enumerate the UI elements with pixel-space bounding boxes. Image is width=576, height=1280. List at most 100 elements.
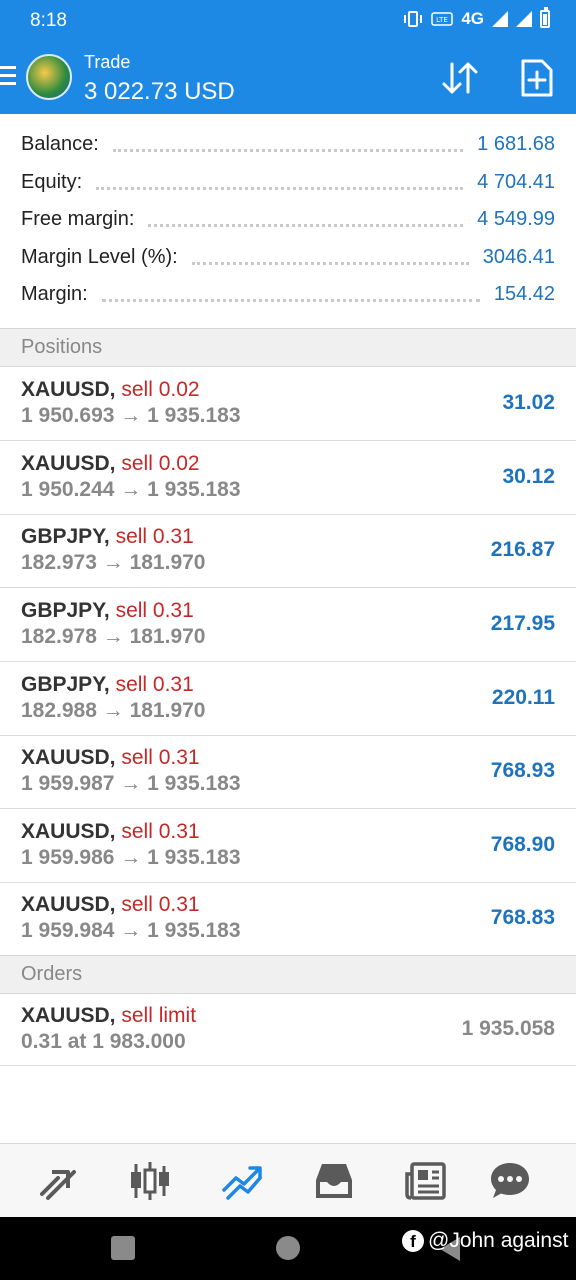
sort-icon[interactable] [440, 60, 480, 96]
dotted-leader [148, 224, 464, 228]
position-title: XAUUSD, sell 0.31 [21, 820, 200, 844]
position-title: XAUUSD, sell 0.31 [21, 893, 200, 917]
position-action: sell 0.31 [121, 893, 200, 916]
position-action: sell 0.31 [121, 820, 200, 843]
summary-value: 4 549.99 [477, 208, 555, 231]
position-row[interactable]: XAUUSD, sell 0.31 1 959.986 → 1 935.183 … [0, 809, 576, 883]
position-title: GBPJPY, sell 0.31 [21, 525, 194, 549]
position-symbol: XAUUSD, [21, 452, 116, 475]
position-symbol: GBPJPY, [21, 599, 110, 622]
summary-label: Equity: [21, 170, 83, 193]
position-prices: 1 959.987 → 1 935.183 [21, 772, 241, 795]
position-row[interactable]: XAUUSD, sell 0.31 1 959.984 → 1 935.183 … [0, 882, 576, 956]
position-row[interactable]: GBPJPY, sell 0.31 182.973 → 181.970 216.… [0, 514, 576, 588]
summary-row-balance: Balance: 1 681.68 [0, 126, 576, 164]
signal-icon [492, 11, 508, 27]
position-prices: 182.988 → 181.970 [21, 699, 206, 722]
position-row[interactable]: XAUUSD, sell 0.31 1 959.987 → 1 935.183 … [0, 735, 576, 809]
position-row[interactable]: GBPJPY, sell 0.31 182.978 → 181.970 217.… [0, 588, 576, 662]
app-logo [26, 54, 72, 100]
order-details: 0.31 at 1 983.000 [21, 1030, 186, 1053]
summary-value: 4 704.41 [477, 170, 555, 193]
position-action: sell 0.02 [121, 452, 200, 475]
chat-icon[interactable] [488, 1160, 532, 1202]
position-profit: 768.90 [490, 833, 555, 856]
status-bar: 8:18 LTE 4G [0, 0, 576, 42]
volte-icon: LTE [431, 12, 454, 26]
position-prices: 1 950.244 → 1 935.183 [21, 478, 241, 501]
order-title: XAUUSD, sell limit [21, 1004, 196, 1028]
order-row[interactable]: XAUUSD, sell limit 0.31 at 1 983.000 1 9… [0, 993, 576, 1066]
orders-header: Orders [0, 955, 576, 994]
position-symbol: XAUUSD, [21, 893, 116, 916]
position-row[interactable]: GBPJPY, sell 0.31 182.988 → 181.970 220.… [0, 662, 576, 736]
position-profit: 768.93 [490, 759, 555, 782]
screen-subtitle: Trade [84, 52, 131, 72]
network-label: 4G [461, 9, 484, 28]
position-row[interactable]: XAUUSD, sell 0.02 1 950.693 → 1 935.183 … [0, 367, 576, 441]
position-symbol: XAUUSD, [21, 746, 116, 769]
account-summary: Balance: 1 681.68 Equity: 4 704.41 Free … [0, 126, 576, 314]
chart-icon[interactable] [128, 1160, 172, 1202]
position-profit: 31.02 [502, 391, 555, 414]
news-icon[interactable] [404, 1160, 448, 1202]
summary-label: Margin Level (%): [21, 245, 178, 268]
position-title: XAUUSD, sell 0.02 [21, 378, 200, 402]
summary-row-equity: Equity: 4 704.41 [0, 164, 576, 202]
trade-icon[interactable] [220, 1160, 264, 1202]
position-profit: 768.83 [490, 906, 555, 929]
summary-value: 1 681.68 [477, 133, 555, 156]
position-prices: 1 959.984 → 1 935.183 [21, 919, 241, 942]
summary-value: 3046.41 [482, 245, 555, 268]
vibrate-icon [404, 11, 423, 27]
recents-button[interactable] [111, 1236, 135, 1260]
dotted-leader [101, 299, 480, 303]
signal-icon-2 [516, 11, 532, 27]
dotted-leader [112, 149, 464, 153]
order-action: sell limit [121, 1004, 197, 1027]
watermark-text: @John against [428, 1229, 569, 1252]
position-prices: 182.973 → 181.970 [21, 551, 206, 574]
summary-label: Margin: [21, 283, 88, 306]
summary-row-margin: Margin: 154.42 [0, 276, 576, 314]
svg-text:LTE: LTE [436, 16, 448, 24]
position-title: GBPJPY, sell 0.31 [21, 673, 194, 697]
system-nav-bar: f @John against [0, 1217, 576, 1280]
summary-row-free-margin: Free margin: 4 549.99 [0, 201, 576, 239]
dotted-leader [191, 261, 469, 265]
positions-header: Positions [0, 328, 576, 367]
position-profit: 220.11 [491, 686, 555, 709]
status-icons: LTE 4G [403, 7, 550, 29]
menu-icon[interactable] [0, 66, 16, 88]
home-button[interactable] [276, 1236, 300, 1260]
history-icon[interactable] [312, 1160, 356, 1202]
position-action: sell 0.31 [115, 673, 194, 696]
trade-screen: 8:18 LTE 4G Trade 3 022.73 USD Balance: [0, 0, 576, 1280]
summary-row-margin-level: Margin Level (%): 3046.41 [0, 239, 576, 277]
position-row[interactable]: XAUUSD, sell 0.02 1 950.244 → 1 935.183 … [0, 441, 576, 515]
status-time: 8:18 [30, 10, 67, 31]
position-profit: 30.12 [502, 465, 555, 488]
battery-icon [540, 7, 550, 28]
position-action: sell 0.31 [121, 746, 200, 769]
summary-value: 154.42 [493, 283, 555, 306]
app-bar: Trade 3 022.73 USD [0, 42, 576, 114]
position-action: sell 0.02 [121, 378, 200, 401]
position-prices: 1 959.986 → 1 935.183 [21, 846, 241, 869]
new-order-icon[interactable] [520, 58, 554, 98]
quotes-icon[interactable] [36, 1160, 80, 1202]
account-profit-title: 3 022.73 USD [84, 78, 235, 105]
position-profit: 217.95 [490, 612, 555, 635]
facebook-icon: f [402, 1230, 424, 1252]
position-symbol: XAUUSD, [21, 378, 116, 401]
position-profit: 216.87 [490, 538, 555, 561]
order-price: 1 935.058 [461, 1017, 555, 1040]
summary-label: Balance: [21, 133, 99, 156]
position-symbol: XAUUSD, [21, 820, 116, 843]
bottom-nav [0, 1143, 576, 1217]
position-prices: 182.978 → 181.970 [21, 625, 206, 648]
position-title: GBPJPY, sell 0.31 [21, 599, 194, 623]
dotted-leader [96, 186, 464, 190]
position-action: sell 0.31 [115, 599, 194, 622]
position-action: sell 0.31 [115, 525, 194, 548]
